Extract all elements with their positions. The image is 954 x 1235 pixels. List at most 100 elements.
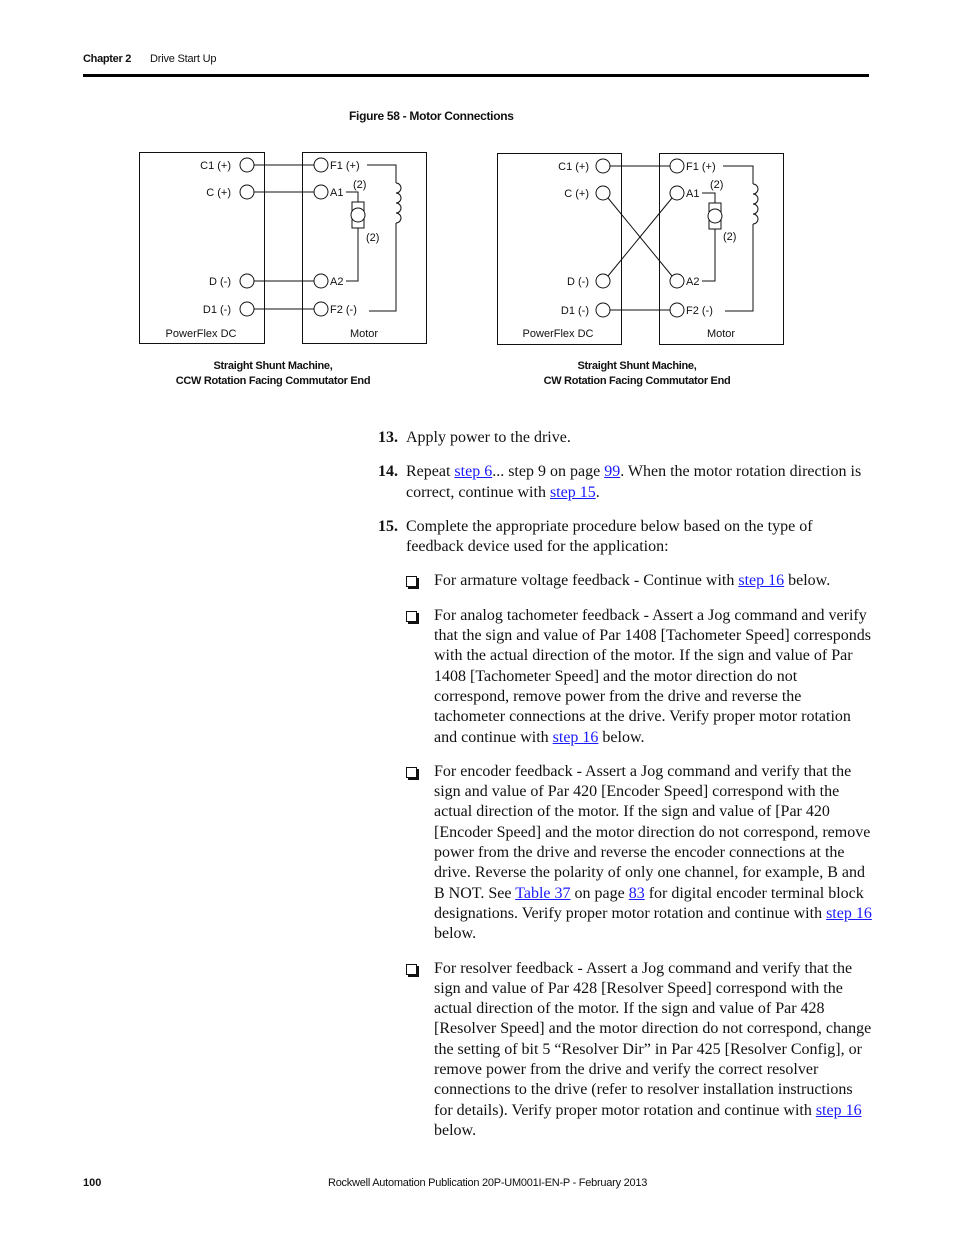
note-label: (2) — [710, 179, 723, 191]
drive-terminal-label: C (+) — [206, 187, 231, 199]
procedure-steps: 13. Apply power to the drive. 14. Repeat… — [378, 428, 873, 1155]
item-text: For analog tachometer feedback - Assert … — [434, 606, 871, 746]
drive-terminal-label: C1 (+) — [200, 160, 231, 172]
note-label: (2) — [723, 231, 736, 243]
item-text: on page — [570, 884, 629, 902]
list-item-tachometer-feedback: For analog tachometer feedback - Assert … — [406, 606, 873, 748]
terminal-d — [239, 273, 255, 289]
field-lead-top — [723, 165, 754, 184]
motor-terminal-label: F2 (-) — [330, 304, 357, 316]
link-table-37[interactable]: Table 37 — [515, 885, 570, 902]
checkbox-bullet-icon — [406, 610, 417, 622]
diagram-caption-cw: Straight Shunt Machine, CW Rotation Faci… — [532, 359, 742, 389]
feedback-options-list: For armature voltage feedback - Continue… — [406, 571, 873, 1141]
wiring-diagram-svg: C1 (+) C (+) D (-) D1 (-) F1 (+) A1 A2 F… — [497, 153, 784, 345]
item-text: For encoder feedback - Assert a Jog comm… — [434, 762, 871, 902]
step-number: 15. — [378, 517, 398, 535]
motor-terminal-label: A2 — [330, 276, 343, 288]
list-item-encoder-feedback: For encoder feedback - Assert a Jog comm… — [406, 762, 873, 945]
motor-terminal-label: A2 — [686, 276, 699, 288]
caption-line: CW Rotation Facing Commutator End — [543, 375, 731, 387]
motor-connection-diagram-ccw: C1 (+) C (+) D (-) D1 (-) F1 (+) A1 A2 F… — [139, 140, 429, 351]
motor-label: Motor — [350, 328, 378, 340]
motor-terminal-label: F2 (-) — [686, 305, 713, 317]
checkbox-bullet-icon — [406, 576, 417, 588]
terminal-c1 — [595, 158, 611, 174]
item-text: below. — [434, 925, 477, 943]
step-text: Complete the appropriate procedure below… — [406, 517, 813, 556]
step-text: Apply power to the drive. — [406, 429, 571, 446]
link-step-16[interactable]: step 16 — [826, 905, 872, 922]
terminal-f1 — [669, 158, 685, 174]
step-number: 13. — [378, 429, 398, 446]
step-text: Repeat — [406, 463, 455, 481]
drive-terminal-label: C1 (+) — [558, 161, 589, 173]
armature-lead-bottom — [346, 228, 359, 282]
wiring-diagram-svg: C1 (+) C (+) D (-) D1 (-) F1 (+) A1 A2 F… — [139, 152, 427, 344]
drive-label: PowerFlex DC — [166, 328, 237, 340]
field-lead-top — [367, 164, 397, 183]
step-text: ... step 9 on page — [492, 463, 605, 481]
item-text: below. — [434, 1121, 477, 1139]
drive-terminal-label: D1 (-) — [561, 305, 589, 317]
item-text: below. — [598, 728, 645, 746]
armature-symbol — [707, 208, 723, 224]
item-text: For armature voltage feedback - Continue… — [434, 572, 739, 590]
terminal-c — [595, 185, 611, 201]
terminal-a1 — [313, 184, 329, 200]
item-text: For resolver feedback - Assert a Jog com… — [434, 959, 872, 1119]
step-14: 14. Repeat step 6... step 9 on page 99. … — [378, 462, 873, 503]
terminal-c — [239, 184, 255, 200]
caption-line: Straight Shunt Machine, — [577, 360, 697, 372]
link-page-83[interactable]: 83 — [629, 885, 645, 902]
note-label: (2) — [366, 232, 379, 244]
terminal-a1 — [669, 185, 685, 201]
link-page-99[interactable]: 99 — [604, 463, 620, 480]
link-step-16[interactable]: step 16 — [553, 729, 599, 746]
page-number: 100 — [83, 1177, 102, 1189]
section-title: Drive Start Up — [150, 53, 217, 65]
list-item-resolver-feedback: For resolver feedback - Assert a Jog com… — [406, 959, 873, 1142]
chapter-label: Chapter 2 — [83, 53, 132, 65]
terminal-c1 — [239, 157, 255, 173]
checkbox-bullet-icon — [406, 963, 417, 975]
publication-info: Rockwell Automation Publication 20P-UM00… — [328, 1177, 648, 1189]
field-coil-icon — [752, 183, 759, 225]
link-step-16[interactable]: step 16 — [738, 572, 784, 589]
link-step-15[interactable]: step 15 — [550, 484, 596, 501]
motor-terminal-label: F1 (+) — [330, 160, 360, 172]
link-step-6[interactable]: step 6 — [454, 463, 492, 480]
note-label: (2) — [353, 179, 366, 191]
armature-lead-bottom — [702, 229, 716, 282]
motor-terminal-label: A1 — [330, 187, 343, 199]
field-coil-icon — [395, 182, 402, 224]
drive-terminal-label: D (-) — [209, 276, 231, 288]
checkbox-bullet-icon — [406, 766, 417, 778]
step-number: 14. — [378, 463, 398, 481]
terminal-a2 — [669, 273, 685, 289]
terminal-a2 — [313, 273, 329, 289]
page-header: Chapter 2 Drive Start Up — [83, 53, 216, 65]
link-step-16[interactable]: step 16 — [816, 1102, 862, 1119]
terminal-d1 — [239, 301, 255, 317]
motor-terminal-label: F1 (+) — [686, 161, 716, 173]
item-text: below. — [784, 572, 831, 590]
terminal-d — [595, 273, 611, 289]
armature-lead-top — [702, 192, 716, 203]
terminal-f1 — [313, 157, 329, 173]
step-13: 13. Apply power to the drive. — [378, 428, 873, 448]
motor-connection-diagram-cw: C1 (+) C (+) D (-) D1 (-) F1 (+) A1 A2 F… — [497, 140, 787, 351]
motor-terminal-label: A1 — [686, 188, 699, 200]
figure-title: Figure 58 - Motor Connections — [349, 109, 514, 123]
terminal-f2 — [313, 301, 329, 317]
terminal-d1 — [595, 302, 611, 318]
armature-lead-top — [346, 191, 359, 202]
step-15: 15. Complete the appropriate procedure b… — [378, 517, 873, 1141]
armature-symbol — [350, 207, 366, 223]
terminal-f2 — [669, 302, 685, 318]
list-item-armature-feedback: For armature voltage feedback - Continue… — [406, 571, 873, 591]
drive-terminal-label: D1 (-) — [203, 304, 231, 316]
drive-label: PowerFlex DC — [523, 328, 594, 340]
drive-terminal-label: D (-) — [567, 276, 589, 288]
drive-box — [497, 153, 622, 345]
